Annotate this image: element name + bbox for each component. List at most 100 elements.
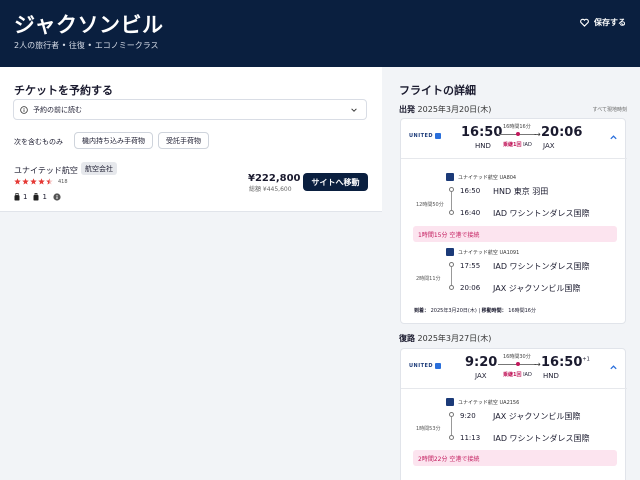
arrival-time: 20:06 bbox=[541, 125, 583, 140]
outbound-card: UNITED 16:50 HND 16時間16分 → 乗継1回 IAD 20:0… bbox=[400, 118, 627, 324]
departure-time: 9:20 bbox=[465, 355, 498, 370]
stop-count: 乗継1回 bbox=[503, 142, 522, 148]
half-star-icon bbox=[46, 178, 53, 185]
outbound-date: 2025年3月20日(木) bbox=[417, 105, 492, 114]
info-icon bbox=[20, 105, 28, 114]
includes-label: 次を含むものみ bbox=[14, 138, 63, 146]
checked-bag-icon bbox=[33, 193, 39, 201]
stop-info: 乗継1回 IAD bbox=[503, 141, 532, 148]
segment-arr-time: 11:13 bbox=[460, 434, 481, 442]
segment-flight: ユナイテッド航空 UA1091 bbox=[446, 248, 519, 256]
carry-on-count: 1 bbox=[23, 193, 28, 201]
total-duration: 16時間30分 bbox=[503, 354, 531, 360]
segment-arr-airport: IAD ワシントンダレス国際 bbox=[493, 209, 590, 218]
return-card: UNITED 9:20 JAX 16時間30分 → 乗継1回 IAD 16:50… bbox=[400, 348, 627, 480]
chevron-down-icon bbox=[351, 108, 357, 112]
segment-line bbox=[451, 192, 452, 210]
globe-icon bbox=[435, 133, 442, 139]
airline-name: ユナイテッド航空 bbox=[14, 166, 78, 175]
stop-count: 乗継1回 bbox=[503, 372, 522, 378]
airline-icon bbox=[446, 248, 454, 256]
heart-icon bbox=[580, 18, 589, 27]
stop-dot bbox=[516, 132, 520, 136]
arrival-time: 16:50+1 bbox=[541, 355, 590, 370]
airline-logo-text: UNITED bbox=[409, 133, 434, 139]
stop-code: IAD bbox=[523, 372, 532, 378]
carry-on-filter-chip[interactable]: 機内持ち込み手荷物 bbox=[74, 132, 153, 149]
before-booking-dropdown[interactable]: 予約の前に読む bbox=[13, 99, 367, 120]
save-button[interactable]: 保存する bbox=[580, 17, 626, 28]
airline-icon bbox=[446, 398, 454, 406]
next-day-indicator: +1 bbox=[582, 356, 590, 363]
segment-flight: ユナイテッド航空 UA2156 bbox=[446, 398, 519, 406]
segment-flight-label: ユナイテッド航空 UA2156 bbox=[458, 399, 520, 406]
stop-dot bbox=[516, 362, 520, 366]
return-heading: 復路 2025年3月27日(木) bbox=[399, 333, 491, 344]
stop-code: IAD bbox=[523, 142, 532, 148]
segment-duration: 1時間53分 bbox=[416, 426, 441, 432]
arrow-right-icon: → bbox=[534, 130, 541, 139]
segment-flight-label: ユナイテッド航空 UA804 bbox=[458, 174, 517, 181]
checked-bag-filter-chip[interactable]: 受託手荷物 bbox=[158, 132, 209, 149]
baggage-info: 1 1 bbox=[14, 193, 61, 201]
segment-dep-airport: JAX ジャクソンビル国際 bbox=[493, 412, 581, 421]
segment-flight: ユナイテッド航空 UA804 bbox=[446, 173, 516, 181]
chevron-up-icon[interactable] bbox=[609, 133, 618, 142]
segment-arr-airport: JAX ジャクソンビル国際 bbox=[493, 284, 581, 293]
star-icon bbox=[14, 178, 21, 185]
segment-dep-airport: IAD ワシントンダレス国際 bbox=[493, 262, 590, 271]
layover-note: 2時間22分 空港で接続 bbox=[413, 450, 617, 466]
airline-logo: UNITED bbox=[409, 363, 442, 369]
segment-flight-label: ユナイテッド航空 UA1091 bbox=[458, 249, 520, 256]
layover-note: 1時間15分 空港で接続 bbox=[413, 226, 617, 242]
airline-icon bbox=[446, 173, 454, 181]
segment-dep-time: 17:55 bbox=[460, 262, 481, 270]
save-label: 保存する bbox=[594, 18, 626, 27]
segment-dep-dot bbox=[449, 412, 454, 417]
carry-on-bag-icon bbox=[14, 193, 20, 201]
arrow-right-icon: → bbox=[534, 360, 541, 369]
arrival-footnote: 到着： 2025年3月20日(木) | 移動時間： 16時間16分 bbox=[414, 308, 536, 314]
segment-line bbox=[451, 417, 452, 435]
segment-arr-dot bbox=[449, 210, 454, 215]
segment-dep-dot bbox=[449, 262, 454, 267]
outbound-label: 出発 bbox=[399, 105, 415, 114]
segment-dep-time: 16:50 bbox=[460, 187, 481, 195]
return-summary[interactable]: UNITED 9:20 JAX 16時間30分 → 乗継1回 IAD 16:50… bbox=[401, 349, 627, 389]
airline-badge: 航空会社 bbox=[81, 162, 117, 175]
travel-time-label: 移動時間： bbox=[481, 308, 507, 314]
outbound-heading: 出発 2025年3月20日(木) bbox=[399, 104, 491, 115]
airline-logo: UNITED bbox=[409, 133, 442, 139]
departure-code: HND bbox=[475, 142, 491, 150]
go-to-site-button[interactable]: サイトへ移動 bbox=[303, 173, 368, 191]
checked-bag-count: 1 bbox=[42, 193, 47, 201]
price: ¥222,800 bbox=[248, 173, 301, 184]
segment-dep-time: 9:20 bbox=[460, 412, 476, 420]
segment-arr-dot bbox=[449, 435, 454, 440]
departure-time: 16:50 bbox=[461, 125, 503, 140]
info-icon[interactable] bbox=[53, 193, 61, 201]
segment-arr-time: 16:40 bbox=[460, 209, 481, 217]
rating-count: 418 bbox=[58, 179, 68, 185]
return-date: 2025年3月27日(木) bbox=[417, 334, 492, 343]
segment-duration: 2時間11分 bbox=[416, 276, 441, 282]
segment-arr-time: 20:06 bbox=[460, 284, 481, 292]
arrival-label: 到着： bbox=[414, 308, 430, 314]
page-header: ジャクソンビル 2人の旅行者 • 往復 • エコノミークラス 保存する bbox=[0, 0, 640, 67]
outbound-summary[interactable]: UNITED 16:50 HND 16時間16分 → 乗継1回 IAD 20:0… bbox=[401, 119, 627, 159]
page-title: ジャクソンビル bbox=[14, 13, 164, 37]
segment-dep-airport: HND 東京 羽田 bbox=[493, 187, 549, 196]
chevron-up-icon[interactable] bbox=[609, 363, 618, 372]
total-duration: 16時間16分 bbox=[503, 124, 531, 130]
arrival-time-value: 16:50 bbox=[541, 355, 583, 370]
segment-dep-dot bbox=[449, 187, 454, 192]
segment-line bbox=[451, 267, 452, 286]
stop-info: 乗継1回 IAD bbox=[503, 371, 532, 378]
departure-code: JAX bbox=[475, 372, 487, 380]
star-icon bbox=[38, 178, 45, 185]
local-time-note: すべて現地時刻 bbox=[592, 107, 627, 113]
price-total: 総額 ¥445,600 bbox=[249, 186, 292, 193]
booking-title: チケットを予約する bbox=[14, 84, 113, 97]
return-label: 復路 bbox=[399, 334, 415, 343]
arrival-code: JAX bbox=[543, 142, 555, 150]
